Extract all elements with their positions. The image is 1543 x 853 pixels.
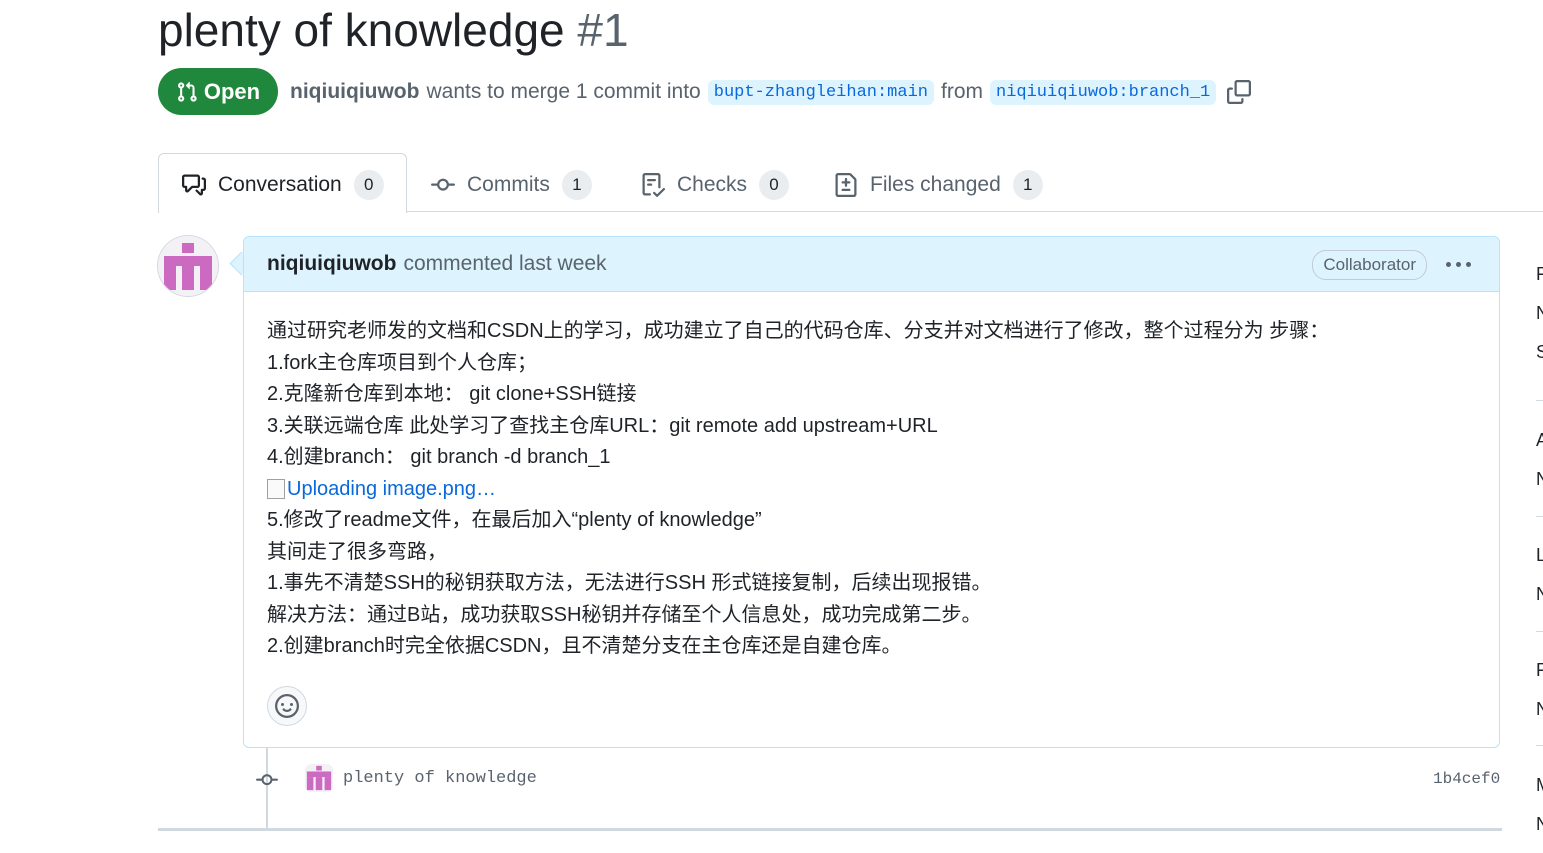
git-pull-request-icon [176,81,198,103]
pr-number: #1 [577,4,629,56]
tab-files-changed-label: Files changed [870,173,1001,196]
comment-line: 其间走了很多弯路， [267,540,447,563]
tab-commits-counter: 1 [561,170,592,200]
comment-discussion-icon [182,173,206,197]
checklist-icon [641,173,665,197]
tab-commits[interactable]: Commits 1 [431,168,592,202]
base-branch[interactable]: bupt-zhangleihan:main [707,79,934,105]
comment-line: 3.关联远端仓库 此处学习了查找主仓库URL：git remote add up… [267,414,938,437]
tab-checks-counter: 0 [759,170,790,200]
uploading-image-text: Uploading image.png… [287,477,497,500]
sidebar-fragment: N [1536,584,1543,604]
sidebar-divider [1536,631,1543,632]
pr-title-text: plenty of knowledge [158,4,565,56]
comment-line: 1.fork主仓库项目到个人仓库； [267,351,538,374]
pr-title: plenty of knowledge #1 [158,2,629,58]
sidebar-fragment: N [1536,469,1543,489]
tab-checks[interactable]: Checks 0 [641,168,790,202]
uploading-image-link[interactable]: Uploading image.png… [267,474,1329,506]
sidebar-divider [1536,400,1543,401]
copy-icon[interactable] [1227,80,1252,104]
sidebar-fragment: N [1536,699,1543,719]
comment-author-link[interactable]: niqiuiqiuwob [267,252,396,276]
tab-files-changed[interactable]: Files changed 1 [834,168,1043,202]
head-branch[interactable]: niqiuiqiuwob:branch_1 [990,79,1217,105]
pr-state-badge: Open [158,68,278,115]
add-reaction-button[interactable] [267,686,307,726]
commit-message-link[interactable]: plenty of knowledge [343,769,537,788]
pr-state-label: Open [203,78,261,104]
commit-node-icon [255,769,279,796]
sidebar-fragment: A [1536,430,1543,450]
comment-body: 通过研究老师发的文档和CSDN上的学习，成功建立了自己的代码仓库、分支并对文档进… [267,316,1329,663]
comment-line: 2.创建branch时完全依据CSDN，且不清楚分支在主仓库还是自建仓库。 [267,635,902,657]
commit-icon [431,173,455,197]
commit-author-avatar[interactable] [305,764,333,792]
pr-meta: niqiuiqiuwob wants to merge 1 commit int… [290,74,1252,110]
sidebar-fragment: F [1536,264,1543,284]
sidebar-divider [1536,516,1543,517]
tab-commits-label: Commits [467,173,550,196]
avatar[interactable] [158,236,218,296]
tab-files-changed-counter: 1 [1012,170,1043,200]
comment-timestamp[interactable]: commented last week [403,252,606,276]
sidebar-fragment: M [1536,775,1543,796]
kebab-menu-icon[interactable] [1446,253,1471,275]
from-text: from [941,80,983,103]
file-diff-icon [834,173,858,197]
sidebar-fragment: N [1536,303,1543,323]
merge-text: wants to merge 1 commit into [426,80,701,103]
tab-conversation[interactable]: Conversation 0 [182,168,384,202]
tab-checks-label: Checks [677,173,748,196]
tab-conversation-counter: 0 [353,170,384,200]
comment-box: niqiuiqiuwob commented last week Collabo… [243,236,1500,748]
comment-line: 通过研究老师发的文档和CSDN上的学习，成功建立了自己的代码仓库、分支并对文档进… [267,320,1330,342]
sidebar-fragment: S [1536,342,1543,362]
tab-conversation-label: Conversation [218,173,342,196]
timeline-bottom-divider [158,828,1502,831]
comment-line: 5.修改了readme文件，在最后加入“plenty of knowledge” [267,509,762,531]
sidebar-fragment: L [1536,545,1543,565]
sidebar-divider [1536,745,1543,746]
comment-line: 解决方法：通过B站，成功获取SSH秘钥并存储至个人信息处，成功完成第二步。 [267,603,982,626]
broken-image-icon [267,479,285,500]
sidebar-fragment: F [1536,660,1543,680]
comment-header: niqiuiqiuwob commented last week Collabo… [244,237,1499,292]
pr-author-link[interactable]: niqiuiqiuwob [290,80,419,104]
comment-line: 4.创建branch： git branch -d branch_1 [267,446,611,468]
sidebar-fragment: N [1536,814,1543,834]
collaborator-badge: Collaborator [1312,250,1427,280]
commit-sha-link[interactable]: 1b4cef0 [1433,770,1500,788]
comment-line: 2.克隆新仓库到本地： git clone+SSH链接 [267,383,637,405]
smiley-icon [275,694,299,718]
comment-line: 1.事先不清楚SSH的秘钥获取方法，无法进行SSH 形式链接复制，后续出现报错。 [267,572,992,594]
